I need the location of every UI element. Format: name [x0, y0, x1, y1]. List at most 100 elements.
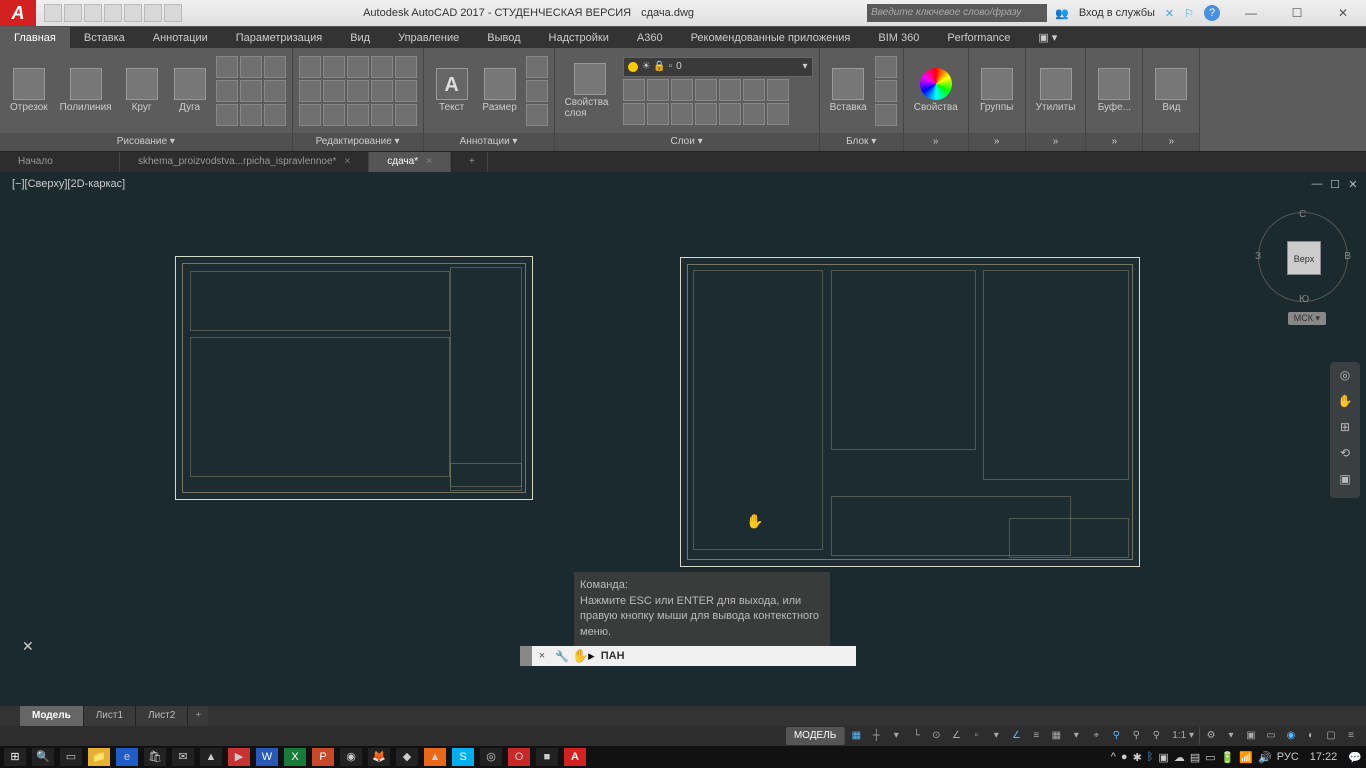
excel-icon[interactable]: X [284, 748, 306, 766]
vp-close-icon[interactable]: ✕ [1346, 178, 1360, 192]
draw-tool-icon[interactable] [240, 80, 262, 102]
draw-tool-icon[interactable] [264, 56, 286, 78]
cycling-icon[interactable]: ⌖ [1087, 727, 1105, 745]
tab-home[interactable]: Главная [0, 27, 70, 48]
modify-tool-icon[interactable] [371, 80, 393, 102]
groups-button[interactable]: Группы [975, 66, 1019, 115]
modify-tool-icon[interactable] [371, 56, 393, 78]
autocad-icon[interactable]: A [564, 748, 586, 766]
tab-addins[interactable]: Надстройки [535, 27, 623, 48]
ortho-icon[interactable]: └ [907, 727, 925, 745]
drawing-viewport[interactable]: [−][Сверху][2D-каркас] — ☐ ✕ ✕ ✋ С Ю В З… [0, 172, 1366, 706]
panel-annot-title[interactable]: Аннотации ▾ [424, 133, 554, 151]
lineweight-icon[interactable]: ≡ [1027, 727, 1045, 745]
chevron-down-icon[interactable]: ▾ [1067, 727, 1085, 745]
layer-tool-icon[interactable] [671, 79, 693, 101]
qat-save-icon[interactable] [84, 4, 102, 22]
word-icon[interactable]: W [256, 748, 278, 766]
tray-icon[interactable]: ▭ [1205, 751, 1215, 764]
isodraft-icon[interactable]: ∠ [947, 727, 965, 745]
store-icon[interactable]: 🛍 [144, 748, 166, 766]
draw-tool-icon[interactable] [216, 104, 238, 126]
model-tab[interactable]: Модель [20, 706, 84, 726]
app-logo[interactable]: A [0, 0, 36, 26]
signin-button[interactable]: Вход в службы [1079, 7, 1155, 19]
chevron-down-icon[interactable]: ▾ [987, 727, 1005, 745]
powerpoint-icon[interactable]: P [312, 748, 334, 766]
customize-icon[interactable]: ≡ [1342, 727, 1360, 745]
add-layout-button[interactable]: + [188, 706, 208, 726]
tray-icon[interactable]: ● [1121, 751, 1128, 763]
edge-icon[interactable]: e [116, 748, 138, 766]
monitor-icon[interactable]: ▭ [1262, 727, 1280, 745]
tab-bim360[interactable]: BIM 360 [864, 27, 933, 48]
layer-tool-icon[interactable] [623, 79, 645, 101]
modify-tool-icon[interactable] [323, 80, 345, 102]
annot-tool-icon[interactable] [526, 80, 548, 102]
app-icon[interactable]: ◎ [480, 748, 502, 766]
layer-tool-icon[interactable] [695, 79, 717, 101]
layer-tool-icon[interactable] [719, 79, 741, 101]
app-icon[interactable]: ■ [536, 748, 558, 766]
onedrive-icon[interactable]: ☁ [1174, 751, 1185, 764]
compass-ring[interactable]: С Ю В З Верх [1258, 212, 1348, 302]
battery-icon[interactable]: 🔋 [1221, 751, 1235, 764]
circle-button[interactable]: Круг [120, 66, 164, 115]
skype-icon[interactable]: S [452, 748, 474, 766]
qat-saveas-icon[interactable] [104, 4, 122, 22]
draw-tool-icon[interactable] [240, 104, 262, 126]
close-icon[interactable]: × [344, 156, 350, 167]
command-close-icon[interactable]: × [532, 650, 552, 662]
ucs-close-icon[interactable]: ✕ [22, 638, 34, 655]
orbit-icon[interactable]: ⟲ [1335, 446, 1355, 466]
panel-draw-title[interactable]: Рисование ▾ [0, 133, 292, 151]
polar-icon[interactable]: ⊙ [927, 727, 945, 745]
language-indicator[interactable]: РУС [1277, 751, 1299, 763]
layer-tool-icon[interactable] [767, 103, 789, 125]
layer-tool-icon[interactable] [647, 79, 669, 101]
layout-tab-2[interactable]: Лист2 [136, 706, 188, 726]
panel-view-title[interactable]: » [1143, 133, 1199, 151]
viewcube-top-face[interactable]: Верх [1287, 241, 1321, 275]
layer-combo[interactable]: ☀ 🔒 ▫0▾ [623, 57, 813, 77]
panel-layers-title[interactable]: Слои ▾ [555, 133, 819, 151]
tray-icon[interactable]: ▤ [1190, 751, 1200, 764]
snap-icon[interactable]: ┼ [867, 727, 885, 745]
layer-tool-icon[interactable] [767, 79, 789, 101]
taskview-icon[interactable]: ▭ [60, 748, 82, 766]
close-icon[interactable]: × [426, 156, 432, 167]
draw-tool-icon[interactable] [264, 104, 286, 126]
tab-view[interactable]: Вид [336, 27, 384, 48]
tab-manage[interactable]: Управление [384, 27, 473, 48]
dimension-button[interactable]: Размер [478, 66, 522, 115]
wifi-icon[interactable]: 📶 [1239, 751, 1253, 764]
osnap-icon[interactable]: ▫ [967, 727, 985, 745]
tab-performance[interactable]: Performance [933, 27, 1024, 48]
view-button[interactable]: Вид [1149, 66, 1193, 115]
clock[interactable]: 17:22 [1304, 751, 1344, 763]
panel-util-title[interactable]: » [1026, 133, 1086, 151]
maximize-button[interactable]: ☐ [1274, 0, 1320, 26]
tab-annotate[interactable]: Аннотации [139, 27, 222, 48]
qat-redo-icon[interactable] [164, 4, 182, 22]
modify-tool-icon[interactable] [299, 80, 321, 102]
notifications-icon[interactable]: 💬 [1348, 751, 1362, 764]
app-icon[interactable]: ◆ [396, 748, 418, 766]
search-input[interactable]: Введите ключевое слово/фразу [867, 4, 1047, 22]
isolate-icon[interactable]: ◐ [1302, 727, 1320, 745]
panel-modify-title[interactable]: Редактирование ▾ [293, 133, 423, 151]
volume-icon[interactable]: 🔊 [1258, 751, 1272, 764]
panel-groups-title[interactable]: » [969, 133, 1025, 151]
modify-tool-icon[interactable] [299, 104, 321, 126]
line-button[interactable]: Отрезок [6, 66, 52, 115]
annotation-icon[interactable]: ⚲ [1107, 727, 1125, 745]
doc-tab-2[interactable]: сдача*× [369, 152, 451, 172]
drag-handle-icon[interactable] [520, 646, 532, 666]
minimize-button[interactable]: — [1228, 0, 1274, 26]
opera-icon[interactable]: O [508, 748, 530, 766]
showmotion-icon[interactable]: ▣ [1335, 472, 1355, 492]
tray-icon[interactable]: ▣ [1158, 751, 1168, 764]
video-icon[interactable]: ▶ [228, 748, 250, 766]
annot-tool-icon[interactable] [526, 56, 548, 78]
zoom-extents-icon[interactable]: ⊞ [1335, 420, 1355, 440]
